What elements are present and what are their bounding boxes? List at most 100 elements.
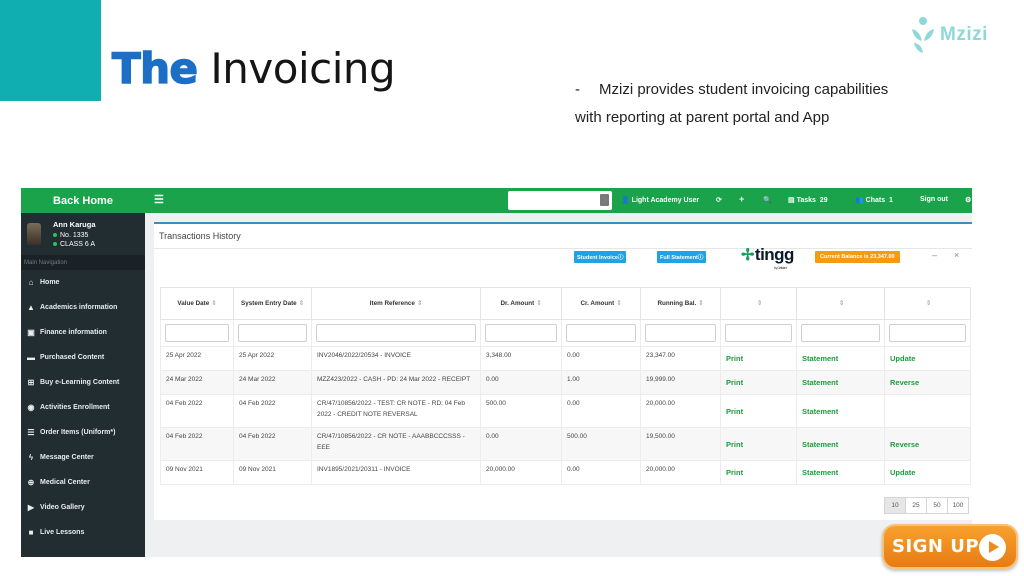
page-size-100[interactable]: 100 [947, 497, 969, 514]
filter-running-bal-input[interactable] [645, 324, 716, 342]
print-link[interactable]: Print [720, 427, 797, 461]
sidebar-item-label: Message Center [40, 454, 94, 461]
title-highlight: The [111, 43, 199, 94]
update-link[interactable]: Update [884, 346, 971, 371]
column-header-action-2[interactable]: ⇕ [796, 287, 885, 320]
page-size-25[interactable]: 25 [905, 497, 927, 514]
add-icon[interactable]: + [739, 194, 744, 204]
close-icon[interactable]: × [954, 250, 959, 260]
sidebar-item-buy-elearning[interactable]: ⊞ Buy e-Learning Content [21, 370, 145, 395]
refresh-icon[interactable]: ⟳ [716, 196, 722, 204]
filter-dr-amount-input[interactable] [485, 324, 557, 342]
sort-icon: ⇕ [616, 300, 622, 307]
dr-amount-cell: 0.00 [480, 427, 562, 461]
sidebar-item-label: Medical Center [40, 479, 90, 486]
sidebar-item-home[interactable]: ⌂ Home [21, 270, 145, 295]
cr-amount-cell: 0.00 [561, 346, 641, 371]
entry-date-cell: 24 Mar 2022 [233, 370, 312, 395]
tasks-menu[interactable]: ▤ Tasks 29 [788, 196, 828, 204]
reverse-link[interactable]: Reverse [884, 370, 971, 395]
sign-up-label: SIGN UP [892, 536, 980, 557]
filter-value-date-input[interactable] [165, 324, 229, 342]
value-date-cell: 04 Feb 2022 [160, 427, 234, 461]
sidebar-item-video-gallery[interactable]: ▶ Video Gallery [21, 495, 145, 520]
running-bal-cell: 19,500.00 [640, 427, 721, 461]
user-menu[interactable]: 👤 Light Academy User [621, 196, 699, 204]
list-icon: ☰ [27, 428, 35, 437]
student-invoice-button[interactable]: Student Invoiceⓘ [574, 251, 627, 263]
sort-icon: ⇕ [416, 300, 423, 307]
reverse-link[interactable]: Reverse [884, 427, 971, 461]
sidebar-item-label: Home [40, 279, 60, 286]
column-header-running-bal[interactable]: Running Bal. ⇕ [640, 287, 721, 320]
chats-menu[interactable]: 👥 Chats 1 [855, 196, 893, 204]
divider [154, 248, 972, 249]
sidebar-item-medical[interactable]: ⊕ Medical Center [21, 470, 145, 495]
hamburger-menu-icon[interactable]: ☰ [154, 193, 164, 206]
back-home-button[interactable]: Back Home [21, 188, 145, 213]
sort-icon: ⇕ [838, 300, 845, 307]
column-header-value-date[interactable]: Value Date ⇕ [160, 287, 234, 320]
print-link[interactable]: Print [720, 346, 797, 371]
settings-gear-icon[interactable]: ⚙ [965, 196, 971, 204]
statement-link[interactable]: Statement [796, 427, 885, 461]
description-text: Mzizi provides student invoicing capabil… [575, 81, 889, 126]
item-reference-cell: CR/47/10856/2022 - TEST: CR NOTE - RD: 0… [311, 394, 481, 428]
update-link[interactable]: Update [884, 460, 971, 485]
teal-accent-block [0, 0, 101, 101]
sidebar-item-order-items[interactable]: ☰ Order Items (Uniform*) [21, 420, 145, 445]
empty-action-cell [884, 394, 971, 428]
sidebar-item-finance[interactable]: ▣ Finance information [21, 320, 145, 345]
sidebar-item-label: Finance information [40, 329, 107, 336]
sidebar-item-activities[interactable]: ◉ Activities Enrollment [21, 395, 145, 420]
search-icon[interactable]: 🔍 [763, 196, 772, 204]
entry-date-cell: 04 Feb 2022 [233, 427, 312, 461]
column-header-entry-date[interactable]: System Entry Date ⇕ [233, 287, 312, 320]
full-statement-button[interactable]: Full Statementⓘ [657, 251, 707, 263]
filter-cr-amount-input[interactable] [566, 324, 636, 342]
filter-action-1-input[interactable] [725, 324, 792, 342]
statement-link[interactable]: Statement [796, 394, 885, 428]
filter-item-reference-input[interactable] [316, 324, 476, 342]
column-header-action-1[interactable]: ⇕ [720, 287, 797, 320]
print-link[interactable]: Print [720, 460, 797, 485]
column-header-cr-amount[interactable]: Cr. Amount ⇕ [561, 287, 641, 320]
home-icon: ⌂ [28, 278, 34, 287]
page-size-10[interactable]: 10 [884, 497, 906, 514]
sign-out-link[interactable]: Sign out [920, 196, 948, 203]
tasks-count: 29 [819, 197, 828, 204]
dr-amount-cell: 20,000.00 [480, 460, 562, 485]
sidebar-item-academics[interactable]: ▲ Academics information [21, 295, 145, 320]
filter-action-3-input[interactable] [889, 324, 966, 342]
user-info: Ann Karuga No. 1335 CLASS 6 A [53, 220, 96, 249]
dr-amount-cell: 500.00 [480, 394, 562, 428]
statement-link[interactable]: Statement [796, 346, 885, 371]
sidebar-item-message-center[interactable]: ϟ Message Center [21, 445, 145, 470]
minimize-icon[interactable]: – [932, 250, 937, 260]
sign-up-button[interactable]: SIGN UP [882, 524, 1018, 569]
page-size-50[interactable]: 50 [926, 497, 948, 514]
title-text: Invoicing [210, 44, 396, 93]
bolt-icon: ϟ [28, 453, 34, 462]
camera-icon: ■ [28, 528, 34, 537]
folder-icon: ▬ [27, 353, 35, 362]
filter-entry-date-input[interactable] [238, 324, 307, 342]
sidebar-item-label: Purchased Content [40, 354, 105, 361]
print-link[interactable]: Print [720, 370, 797, 395]
column-header-dr-amount[interactable]: Dr. Amount ⇕ [480, 287, 562, 320]
user-number: No. 1335 [60, 231, 89, 239]
print-link[interactable]: Print [720, 394, 797, 428]
sidebar-item-live-lessons[interactable]: ■ Live Lessons [21, 520, 145, 545]
statement-link[interactable]: Statement [796, 460, 885, 485]
sidebar-item-label: Order Items (Uniform*) [40, 429, 116, 436]
column-header-action-3[interactable]: ⇕ [884, 287, 971, 320]
table-row: 09 Nov 2021 09 Nov 2021 INV1895/2021/203… [160, 460, 971, 485]
filter-action-2-input[interactable] [801, 324, 880, 342]
sidebar-item-purchased[interactable]: ▬ Purchased Content [21, 345, 145, 370]
column-header-item-reference[interactable]: Item Reference ⇕ [311, 287, 481, 320]
search-input[interactable] [508, 191, 612, 210]
chats-count: 1 [889, 197, 893, 204]
statement-link[interactable]: Statement [796, 370, 885, 395]
search-button-icon[interactable] [600, 194, 609, 206]
current-balance-badge: Current Balance is 23,347.00 [815, 251, 900, 263]
